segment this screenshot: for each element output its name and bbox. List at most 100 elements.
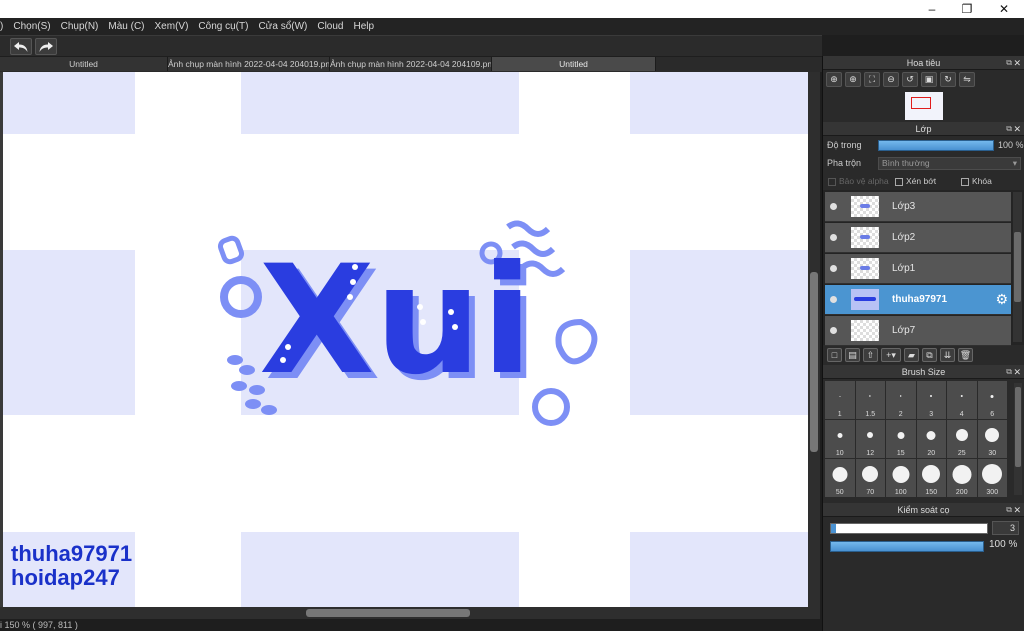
- clipping-checkbox[interactable]: Xén bớt: [895, 172, 936, 190]
- menu-item-cloud[interactable]: Cloud: [312, 18, 348, 35]
- scrollbar-thumb[interactable]: [1015, 387, 1021, 467]
- gear-icon[interactable]: ⚙: [995, 292, 1008, 306]
- brush-size-option[interactable]: 3: [916, 381, 946, 419]
- visibility-icon[interactable]: [830, 327, 837, 334]
- brush-size-label: 150: [925, 489, 938, 496]
- navigator-preview[interactable]: [823, 90, 1024, 122]
- brush-size-option[interactable]: 150: [916, 459, 946, 497]
- actual-size-button[interactable]: ▣: [921, 72, 937, 87]
- lock-checkbox[interactable]: Khóa: [961, 172, 992, 190]
- close-icon[interactable]: ✕: [1013, 365, 1021, 379]
- close-icon[interactable]: ✕: [1013, 122, 1021, 136]
- visibility-icon[interactable]: [830, 296, 837, 303]
- layer-thumbnail: [851, 258, 879, 279]
- merge-layer-button[interactable]: ⇊: [940, 348, 955, 362]
- import-layer-button[interactable]: ⇧: [863, 348, 878, 362]
- brush-size-option[interactable]: 50: [825, 459, 855, 497]
- visibility-icon[interactable]: [830, 265, 837, 272]
- zoom-out-button[interactable]: ⊖: [883, 72, 899, 87]
- tab-untitled-1[interactable]: Untitled: [0, 57, 168, 71]
- brush-size-option[interactable]: 12: [855, 420, 885, 458]
- tab-screenshot-204109[interactable]: Ảnh chụp màn hình 2022-04-04 204109.png: [330, 57, 492, 71]
- menu-item-view[interactable]: Xem(V): [150, 18, 194, 35]
- layer-opacity-slider[interactable]: [878, 140, 994, 151]
- layer-item[interactable]: Lớp3: [825, 192, 1011, 222]
- tab-screenshot-204019[interactable]: Ảnh chụp màn hình 2022-04-04 204019.png: [168, 57, 330, 71]
- rotate-right-button[interactable]: ↻: [940, 72, 956, 87]
- brush-size-label: 100: [894, 489, 907, 496]
- trash-icon[interactable]: 🗑: [958, 348, 973, 362]
- menu-item-partial[interactable]: ): [0, 18, 8, 35]
- popout-icon[interactable]: ⧉: [1006, 56, 1012, 70]
- brush-size-option[interactable]: 1.5: [855, 381, 885, 419]
- fit-screen-button[interactable]: ⛶: [864, 72, 880, 87]
- rotate-left-button[interactable]: ↺: [902, 72, 918, 87]
- visibility-icon[interactable]: [830, 234, 837, 241]
- brush-size-label: 10: [835, 450, 844, 457]
- tab-untitled-active[interactable]: Untitled: [492, 57, 656, 71]
- scrollbar-thumb[interactable]: [306, 609, 470, 617]
- brush-size-option[interactable]: 10: [825, 420, 855, 458]
- layer-list-scrollbar[interactable]: [1013, 192, 1022, 342]
- brush-size-option[interactable]: 2: [886, 381, 916, 419]
- blend-row: Pha trộn Bình thường ▾: [823, 154, 1024, 172]
- canvas-horizontal-scrollbar[interactable]: [0, 607, 820, 619]
- zoom-in-plus-button[interactable]: ⊕: [845, 72, 861, 87]
- brush-size-option[interactable]: 25: [947, 420, 977, 458]
- viewport-frame[interactable]: [911, 97, 931, 109]
- close-icon[interactable]: ✕: [1013, 56, 1021, 70]
- maximize-button[interactable]: ❐: [957, 1, 977, 17]
- menu-item-color[interactable]: Màu (C): [103, 18, 149, 35]
- close-icon[interactable]: ✕: [1013, 503, 1021, 517]
- brush-opacity-slider[interactable]: [830, 541, 984, 552]
- layer-item[interactable]: Lớp7: [825, 316, 1011, 346]
- undo-button[interactable]: [10, 38, 32, 55]
- visibility-icon[interactable]: [830, 203, 837, 210]
- folder-icon[interactable]: ▰: [904, 348, 919, 362]
- menu-item-help[interactable]: Help: [349, 18, 380, 35]
- popout-icon[interactable]: ⧉: [1006, 365, 1012, 379]
- scrollbar-thumb[interactable]: [810, 272, 818, 452]
- layer-item[interactable]: Lớp1: [825, 254, 1011, 284]
- popout-icon[interactable]: ⧉: [1006, 122, 1012, 136]
- undo-arrow-icon: [14, 42, 28, 52]
- close-button[interactable]: ✕: [994, 1, 1014, 17]
- redo-button[interactable]: [35, 38, 57, 55]
- layer-thumbnail: [851, 289, 879, 310]
- layer-item[interactable]: Lớp2: [825, 223, 1011, 253]
- duplicate-layer-button[interactable]: ⧉: [922, 348, 937, 362]
- menu-item-tools[interactable]: Công cụ(T): [193, 18, 253, 35]
- brush-size-value[interactable]: 3: [992, 521, 1019, 535]
- brush-size-option[interactable]: 200: [947, 459, 977, 497]
- brush-size-option[interactable]: 1: [825, 381, 855, 419]
- brush-size-slider[interactable]: [830, 523, 988, 534]
- add-layer-menu-button[interactable]: +▾: [881, 348, 901, 362]
- minimize-button[interactable]: –: [922, 1, 942, 17]
- menu-item-window[interactable]: Cửa sổ(W): [253, 18, 312, 35]
- flip-button[interactable]: ⇋: [959, 72, 975, 87]
- brush-size-option[interactable]: 70: [855, 459, 885, 497]
- popout-icon[interactable]: ⧉: [1006, 503, 1012, 517]
- layer-item-selected[interactable]: thuha97971 ⚙: [825, 285, 1011, 315]
- blend-mode-select[interactable]: Bình thường ▾: [878, 157, 1021, 170]
- brush-size-option[interactable]: 20: [916, 420, 946, 458]
- brush-size-option[interactable]: 15: [886, 420, 916, 458]
- brush-size-option[interactable]: 6: [977, 381, 1007, 419]
- scrollbar-thumb[interactable]: [1014, 232, 1021, 302]
- layers-header: Lớp ⧉ ✕: [823, 122, 1024, 136]
- new-layer-alt-button[interactable]: ▤: [845, 348, 860, 362]
- drawing-canvas[interactable]: Xui Xui thuha97971 hoidap247: [0, 72, 808, 607]
- document-tabs: Untitled Ảnh chụp màn hình 2022-04-04 20…: [0, 57, 822, 72]
- menu-item-select[interactable]: Chọn(S): [8, 18, 55, 35]
- brush-size-option[interactable]: 4: [947, 381, 977, 419]
- brush-grid-scrollbar[interactable]: [1014, 383, 1022, 495]
- menu-item-filter[interactable]: Chụp(N): [56, 18, 104, 35]
- new-layer-button[interactable]: □: [827, 348, 842, 362]
- zoom-in-button[interactable]: ⊕: [826, 72, 842, 87]
- canvas-vertical-scrollbar[interactable]: [808, 72, 820, 607]
- deco-diamond: [217, 235, 245, 265]
- brush-size-option[interactable]: 30: [977, 420, 1007, 458]
- brush-size-option[interactable]: 100: [886, 459, 916, 497]
- protect-alpha-checkbox[interactable]: Bảo vệ alpha: [828, 172, 889, 190]
- brush-size-option[interactable]: 300: [977, 459, 1007, 497]
